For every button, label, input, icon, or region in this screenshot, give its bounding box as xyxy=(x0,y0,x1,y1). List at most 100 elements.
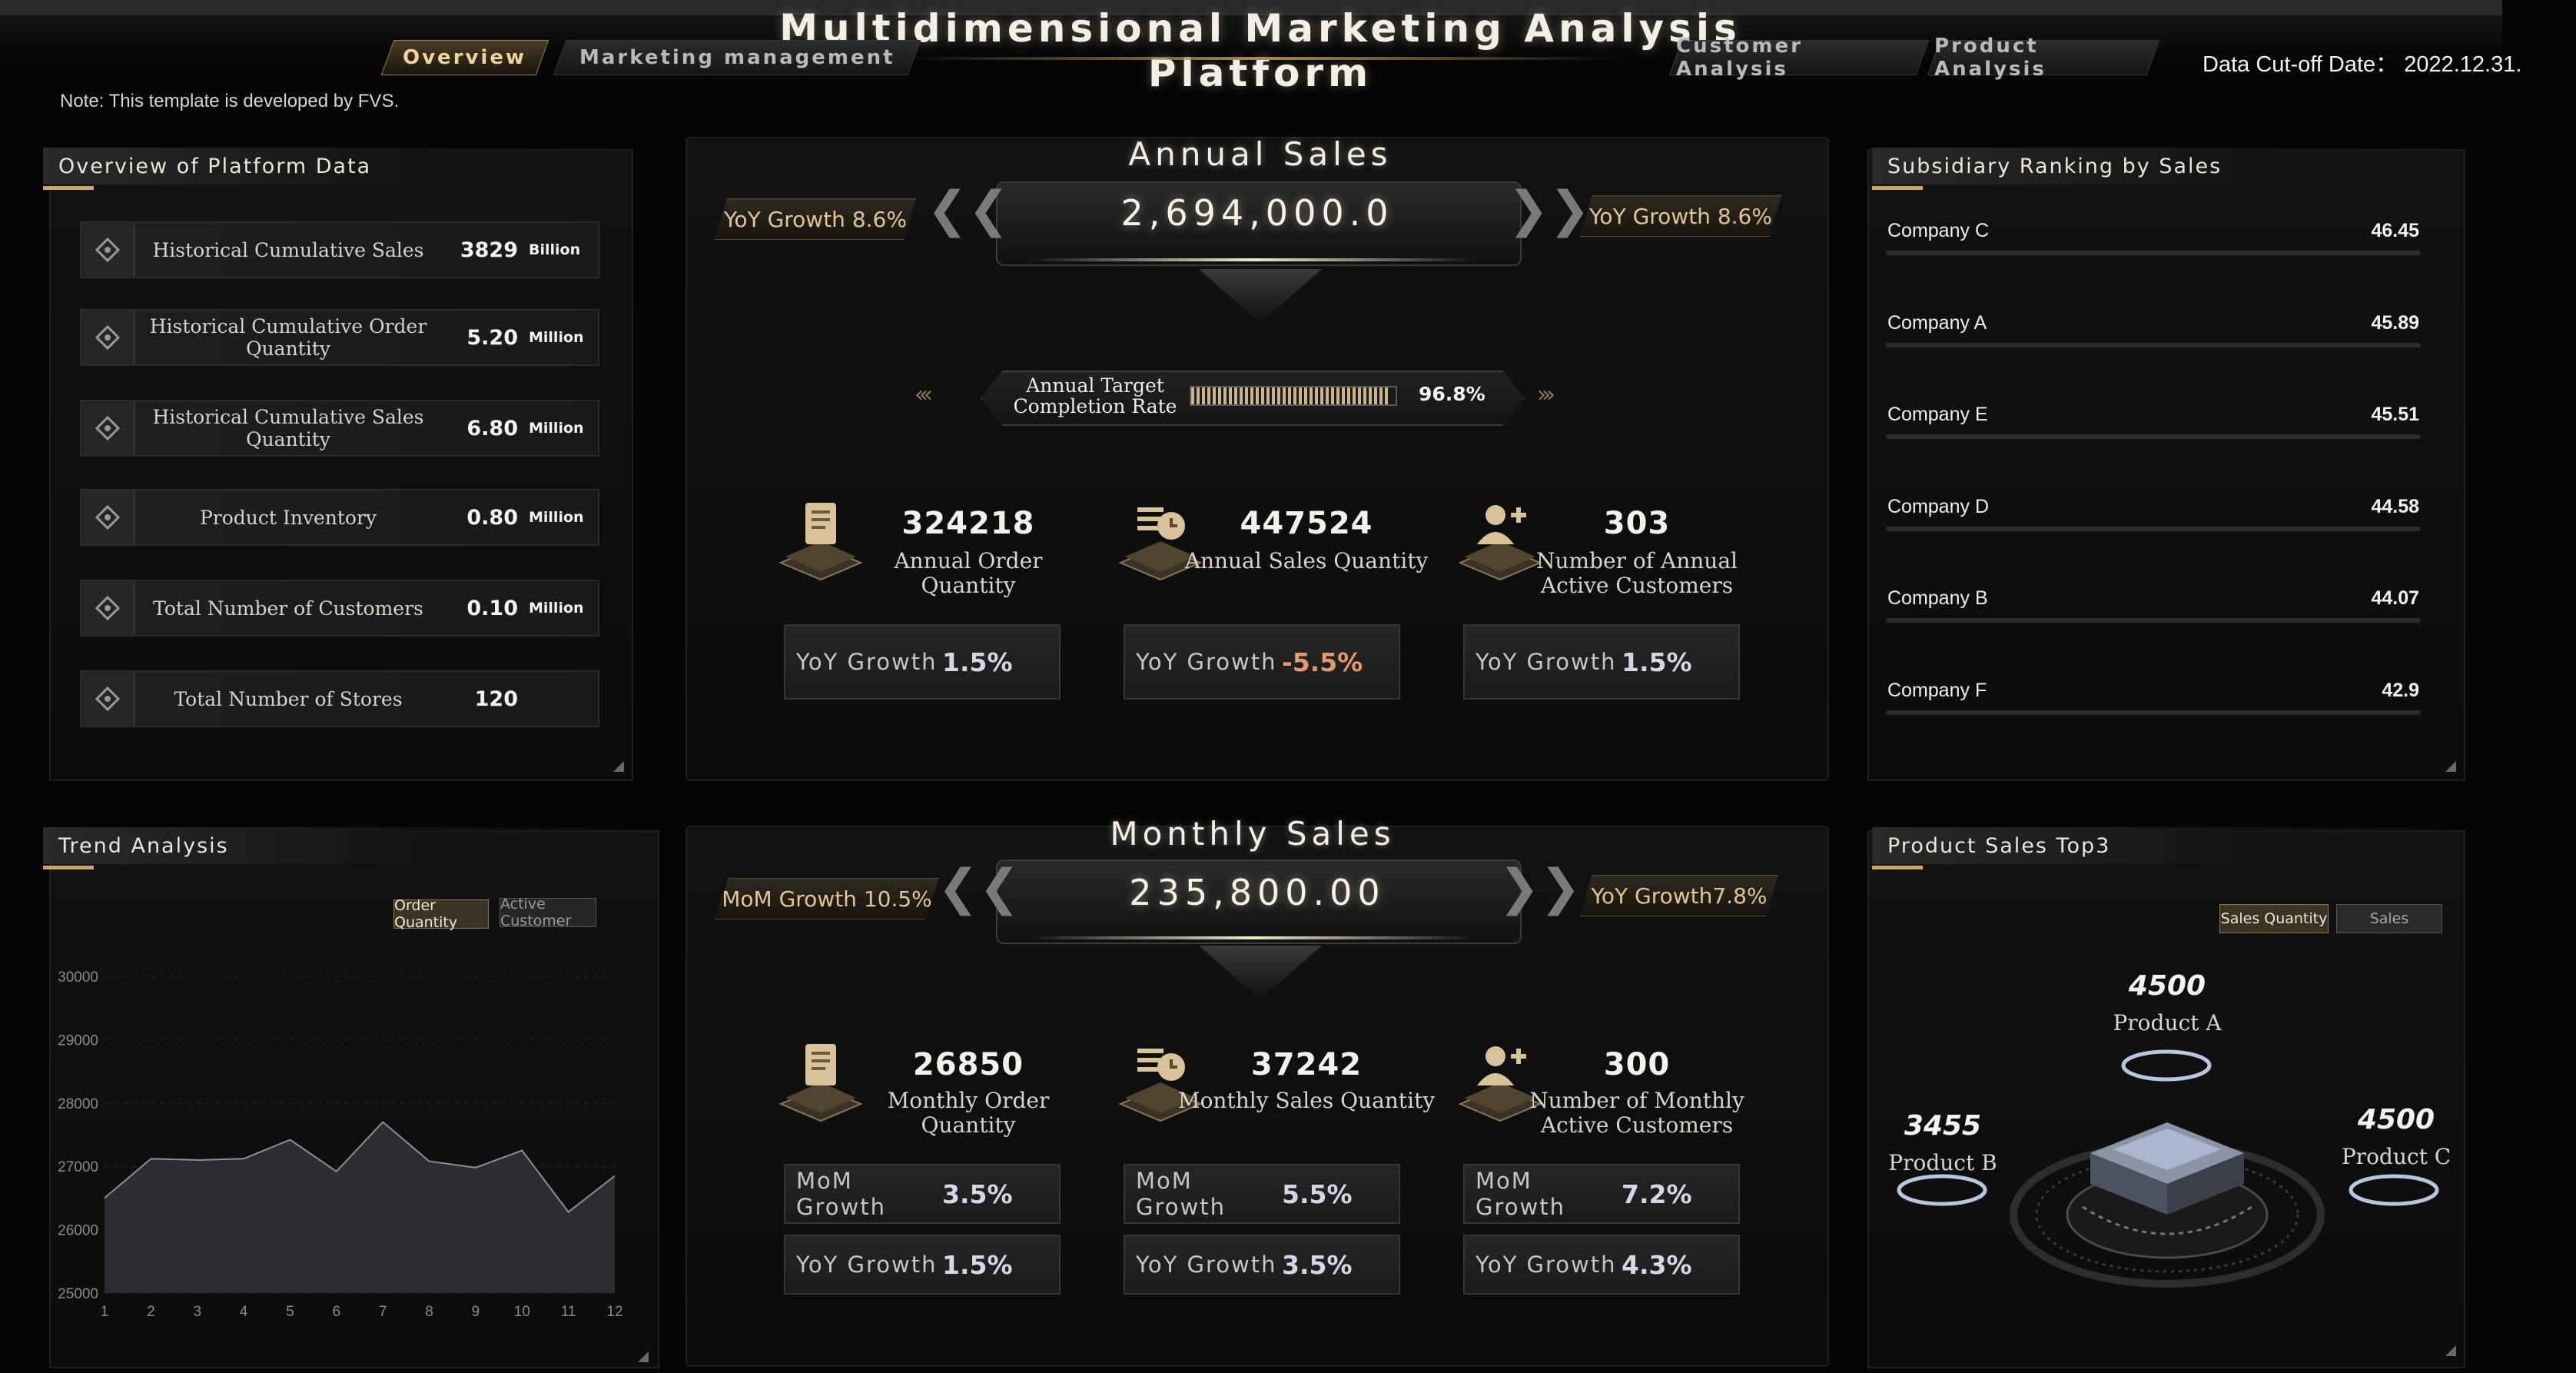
growth-value: -5.5% xyxy=(1282,647,1363,677)
ranking-bar xyxy=(1886,434,2421,439)
growth-value: 4.3% xyxy=(1622,1249,1692,1280)
overview-item-unit: Million xyxy=(529,420,584,437)
growth-value: 7.2% xyxy=(1622,1179,1692,1209)
annual-stat-value: 324218 xyxy=(901,506,1035,541)
overview-item-value: 6.80 xyxy=(466,416,518,440)
product-c-name: Product C xyxy=(2341,1144,2452,1169)
corner-mark xyxy=(2445,1345,2456,1356)
growth-value: 1.5% xyxy=(1622,647,1692,677)
target-label: Annual Target Completion Rate xyxy=(999,375,1191,417)
diamond-target-icon xyxy=(81,581,135,635)
toggle-sales[interactable]: Sales xyxy=(2336,904,2442,933)
tab-product-analysis[interactable]: Product Analysis xyxy=(1927,35,2160,81)
overview-item-label: Total Number of Stores xyxy=(174,687,403,710)
growth-value: 3.5% xyxy=(1282,1249,1353,1280)
ranking-bar xyxy=(1886,342,2421,347)
y-tick-label: 27000 xyxy=(58,1159,98,1175)
growth-label: YoY Growth xyxy=(1136,649,1277,675)
monthly-stat-label-line1: Number of Monthly xyxy=(1529,1088,1744,1113)
overview-item: Historical Cumulative Order Quantity 5.2… xyxy=(80,309,599,366)
annual-title: Annual Sales xyxy=(1128,135,1393,173)
chevron-left-icon: ❮❮ xyxy=(938,859,1021,916)
corner-mark xyxy=(613,761,624,772)
overview-item-label: Total Number of Customers xyxy=(153,597,423,620)
tab-overview[interactable]: Overview xyxy=(380,40,549,75)
title-underline xyxy=(907,57,1614,60)
y-tick-label: 25000 xyxy=(58,1286,98,1302)
diamond-target-icon xyxy=(81,490,135,544)
title-accent xyxy=(1872,186,1923,190)
growth-label: YoY Growth xyxy=(1476,649,1617,675)
y-tick-label: 26000 xyxy=(58,1223,98,1239)
product-title: Product Sales Top3 xyxy=(1872,827,2471,864)
x-tick-label: 1 xyxy=(101,1304,109,1320)
monthly-growth-right: YoY Growth7.8% xyxy=(1580,875,1778,916)
toggle-order-quantity[interactable]: Order Quantity xyxy=(393,897,489,931)
toggle-active-customer[interactable]: Active Customer xyxy=(500,896,596,929)
overview-item-value: 120 xyxy=(474,686,518,711)
trend-chart: 2500026000270002800029000300001 2 3 4 5 6 7 8 9 1… xyxy=(58,969,622,1320)
company-value: 44.58 xyxy=(2371,495,2419,517)
monthly-stat-label-line1: Monthly Sales Quantity xyxy=(1177,1088,1436,1113)
annual-stat-value: 303 xyxy=(1603,506,1671,541)
x-tick-label: 4 xyxy=(240,1304,248,1320)
ranking-title: Subsidiary Ranking by Sales xyxy=(1872,148,2471,185)
growth-label: YoY Growth xyxy=(1476,1252,1617,1278)
ranking-row: Company D 44.58 xyxy=(1886,488,2421,534)
monthly-stat-value: 300 xyxy=(1603,1047,1671,1082)
overview-item-value: 3829 xyxy=(460,238,518,262)
monthly-growth-left: MoM Growth 10.5% xyxy=(715,878,939,919)
diamond-target-icon xyxy=(81,311,135,364)
y-tick-label: 30000 xyxy=(58,969,98,986)
annual-growth-box: YoY Growth 1.5% xyxy=(1463,624,1740,700)
annual-stat-label: Annual Sales Quantity xyxy=(1183,549,1429,573)
product-platform-graphic xyxy=(2010,1122,2325,1288)
overview-item-label: Product Inventory xyxy=(199,506,377,529)
tab-marketing-management[interactable]: Marketing management xyxy=(553,40,921,75)
target-label-line2: Completion Rate xyxy=(1013,395,1177,417)
mom-growth-box: MoM Growth 3.5% xyxy=(784,1164,1061,1224)
target-label-line1: Annual Target xyxy=(1026,374,1164,397)
yoy-growth-box: YoY Growth 1.5% xyxy=(784,1235,1061,1295)
corner-mark xyxy=(2445,761,2456,772)
mom-growth-box: MoM Growth 5.5% xyxy=(1124,1164,1400,1224)
annual-growth-box: YoY Growth 1.5% xyxy=(784,624,1061,700)
product-c-value: 4500 xyxy=(2357,1104,2435,1135)
x-tick-label: 9 xyxy=(472,1304,480,1320)
annual-stat-label-line2: Active Customers xyxy=(1540,573,1734,598)
annual-sales-value: 2,694,000.0 xyxy=(1120,192,1394,234)
company-value: 44.07 xyxy=(2371,587,2419,609)
ranking-row: Company E 45.51 xyxy=(1886,396,2421,442)
chevron-left-icon: ❮❮ xyxy=(927,181,1010,238)
monthly-sales-value: 235,800.00 xyxy=(1129,872,1386,913)
growth-value: 5.5% xyxy=(1282,1179,1353,1209)
template-note: Note: This template is developed by FVS. xyxy=(60,91,400,111)
trend-title: Trend Analysis xyxy=(43,827,650,864)
overview-item-label: Historical Cumulative Order Quantity xyxy=(149,315,427,360)
overview-item: Total Number of Customers 0.10 Million xyxy=(80,580,599,637)
target-progress-fill xyxy=(1191,387,1389,404)
glow-line xyxy=(1030,936,1476,939)
title-accent xyxy=(1872,866,1923,869)
ranking-bar xyxy=(1886,710,2421,715)
arrows-left-icon: ‹‹‹ xyxy=(915,381,933,408)
x-tick-label: 2 xyxy=(147,1304,155,1320)
ranking-bar xyxy=(1886,526,2421,531)
ranking-row: Company A 45.89 xyxy=(1886,304,2421,351)
overview-item-unit: Million xyxy=(529,600,584,617)
monthly-stat-value: 26850 xyxy=(912,1047,1024,1082)
x-tick-label: 11 xyxy=(561,1304,576,1320)
title-accent xyxy=(43,186,94,190)
x-tick-label: 7 xyxy=(379,1304,387,1320)
company-value: 42.9 xyxy=(2382,679,2419,701)
arrows-right-icon: ››› xyxy=(1537,381,1555,408)
tab-customer-analysis[interactable]: Customer Analysis xyxy=(1668,35,1930,81)
company-name: Company F xyxy=(1887,679,1987,701)
toggle-sales-quantity[interactable]: Sales Quantity xyxy=(2219,904,2329,933)
company-value: 46.45 xyxy=(2371,220,2419,241)
glow-line xyxy=(1030,258,1476,261)
ranking-bar xyxy=(1886,618,2421,623)
overview-item-unit: Million xyxy=(529,329,584,346)
company-name: Company C xyxy=(1887,220,1989,241)
diamond-target-icon xyxy=(81,223,135,277)
